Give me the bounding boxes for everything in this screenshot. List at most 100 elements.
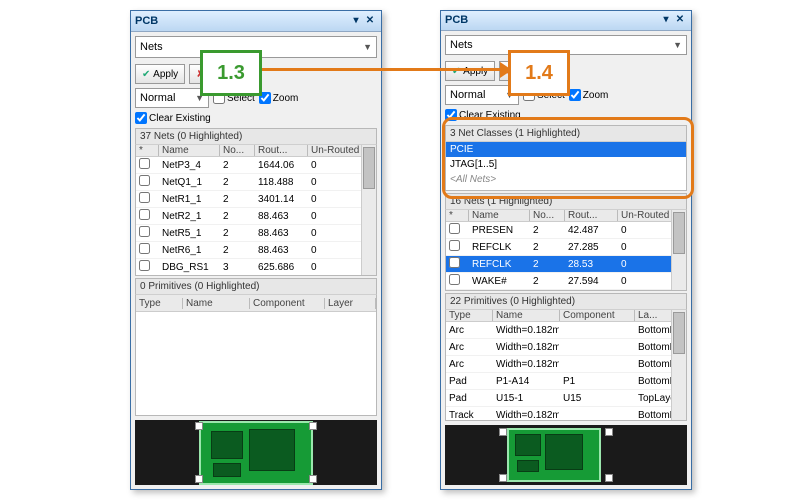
zoom-checkbox[interactable]: Zoom <box>259 92 299 104</box>
primitives-grid[interactable]: Type Name Component La... ArcWidth=0.182… <box>445 310 687 421</box>
cell-name: P1-A14 <box>493 376 560 387</box>
row-checkbox[interactable] <box>449 257 460 268</box>
table-row[interactable]: NetP3_421644.060 <box>136 157 376 174</box>
display-mode-value: Normal <box>140 92 175 104</box>
cell-type: Pad <box>446 376 493 387</box>
scrollbar[interactable] <box>361 145 376 275</box>
cell-routed: 28.53 <box>565 259 618 270</box>
apply-button[interactable]: ✔ Apply <box>445 61 495 81</box>
row-checkbox[interactable] <box>139 158 150 169</box>
net-classes-section-header: 3 Net Classes (1 Highlighted) <box>445 125 687 142</box>
cell-nodes: 2 <box>530 225 565 236</box>
table-row[interactable]: NetR1_123401.140 <box>136 191 376 208</box>
scrollbar-thumb[interactable] <box>363 147 375 189</box>
primitives-grid-header: Type Name Component La... <box>446 310 686 322</box>
cell-name: NetR5_1 <box>159 228 220 239</box>
cell-nodes: 2 <box>530 276 565 287</box>
selection-handle[interactable] <box>605 474 613 482</box>
chevron-down-icon: ▼ <box>363 42 372 52</box>
table-row[interactable]: NetR5_1288.4630 <box>136 225 376 242</box>
pin-icon[interactable]: ▾ <box>659 13 673 27</box>
nets-grid-header: * Name No... Rout... Un-Routed (Manhatta… <box>446 210 686 222</box>
cell-routed: 3401.14 <box>255 194 308 205</box>
table-row[interactable]: ArcWidth=0.182mmBottomL <box>446 339 686 356</box>
row-checkbox[interactable] <box>139 192 150 203</box>
table-row[interactable]: REFCLK228.530 <box>446 256 686 273</box>
cell-routed: 625.686 <box>255 262 308 273</box>
table-row[interactable]: NetR6_1288.4630 <box>136 242 376 259</box>
cell-name: NetQ1_1 <box>159 177 220 188</box>
table-row[interactable]: PadP1-A14P1BottomL <box>446 373 686 390</box>
display-mode-value: Normal <box>450 89 485 101</box>
cell-name: U15-1 <box>493 393 560 404</box>
titlebar[interactable]: PCB ▾ ✕ <box>131 11 381 32</box>
board-preview[interactable] <box>135 420 377 485</box>
selection-handle[interactable] <box>195 475 203 483</box>
net-class-item[interactable]: PCIE <box>446 142 686 157</box>
scrollbar-thumb[interactable] <box>673 312 685 354</box>
close-icon[interactable]: ✕ <box>363 14 377 28</box>
nets-grid[interactable]: * Name No... Rout... Un-Routed (Manhatta… <box>445 210 687 291</box>
selection-handle[interactable] <box>309 422 317 430</box>
clear-existing-checkbox[interactable]: Clear Existing <box>135 112 211 124</box>
apply-button[interactable]: ✔ Apply <box>135 64 185 84</box>
net-classes-list[interactable]: PCIEJTAG[1..5]<All Nets> <box>445 142 687 191</box>
display-mode-combo[interactable]: Normal ▼ <box>135 88 209 108</box>
board-preview[interactable] <box>445 425 687 485</box>
row-checkbox[interactable] <box>139 243 150 254</box>
mode-combo-value: Nets <box>140 41 163 53</box>
table-row[interactable]: REFCLK227.2850 <box>446 239 686 256</box>
net-class-item[interactable]: JTAG[1..5] <box>446 157 686 172</box>
scrollbar[interactable] <box>671 210 686 290</box>
annotation-1-4: 1.4 <box>508 50 570 96</box>
primitives-grid-header: Type Name Component Layer <box>136 295 376 312</box>
pcb-outline <box>199 421 313 485</box>
cell-nodes: 2 <box>530 259 565 270</box>
cell-nodes: 2 <box>220 211 255 222</box>
row-checkbox[interactable] <box>139 260 150 271</box>
cell-nodes: 2 <box>220 177 255 188</box>
nets-grid[interactable]: * Name No... Rout... Un-Routed (Manhatta… <box>135 145 377 276</box>
titlebar[interactable]: PCB ▾ ✕ <box>441 11 691 31</box>
close-icon[interactable]: ✕ <box>673 13 687 27</box>
row-checkbox[interactable] <box>139 226 150 237</box>
table-row[interactable]: NetR2_1288.4630 <box>136 208 376 225</box>
cell-component: U15 <box>560 393 635 404</box>
cell-name: NetR2_1 <box>159 211 220 222</box>
table-row[interactable]: NetQ1_12118.4880 <box>136 174 376 191</box>
selection-handle[interactable] <box>309 475 317 483</box>
cell-name: Width=0.182mm <box>493 342 560 353</box>
row-checkbox[interactable] <box>449 274 460 285</box>
table-row[interactable]: PadU15-1U15TopLaye <box>446 390 686 407</box>
cell-type: Arc <box>446 325 493 336</box>
clear-existing-checkbox[interactable]: Clear Existing <box>445 109 521 121</box>
cell-routed: 1644.06 <box>255 160 308 171</box>
primitives-section-header: 0 Primitives (0 Highlighted) <box>135 278 377 295</box>
cell-name: Width=0.182mm <box>493 410 560 421</box>
pin-icon[interactable]: ▾ <box>349 14 363 28</box>
mode-combo-value: Nets <box>450 39 473 51</box>
selection-handle[interactable] <box>605 428 613 436</box>
net-class-item[interactable]: <All Nets> <box>446 172 686 187</box>
table-row[interactable]: ArcWidth=0.182mmBottomL <box>446 356 686 373</box>
selection-handle[interactable] <box>499 474 507 482</box>
scrollbar-thumb[interactable] <box>673 212 685 254</box>
table-row[interactable]: TrackWidth=0.182mmBottomL <box>446 407 686 421</box>
table-row[interactable]: PRESEN242.4870 <box>446 222 686 239</box>
row-checkbox[interactable] <box>449 240 460 251</box>
cell-nodes: 2 <box>220 245 255 256</box>
selection-handle[interactable] <box>499 428 507 436</box>
row-checkbox[interactable] <box>139 209 150 220</box>
cell-nodes: 2 <box>220 228 255 239</box>
table-row[interactable]: DBG_RS13625.6860 <box>136 259 376 276</box>
table-row[interactable]: ArcWidth=0.182mmBottomL <box>446 322 686 339</box>
row-checkbox[interactable] <box>449 223 460 234</box>
row-checkbox[interactable] <box>139 175 150 186</box>
primitives-grid[interactable]: Type Name Component Layer <box>135 295 377 416</box>
pcb-outline <box>507 428 601 482</box>
table-row[interactable]: WAKE#227.5940 <box>446 273 686 290</box>
zoom-checkbox[interactable]: Zoom <box>569 89 609 101</box>
scrollbar[interactable] <box>671 310 686 420</box>
selection-handle[interactable] <box>195 422 203 430</box>
cell-name: NetR6_1 <box>159 245 220 256</box>
